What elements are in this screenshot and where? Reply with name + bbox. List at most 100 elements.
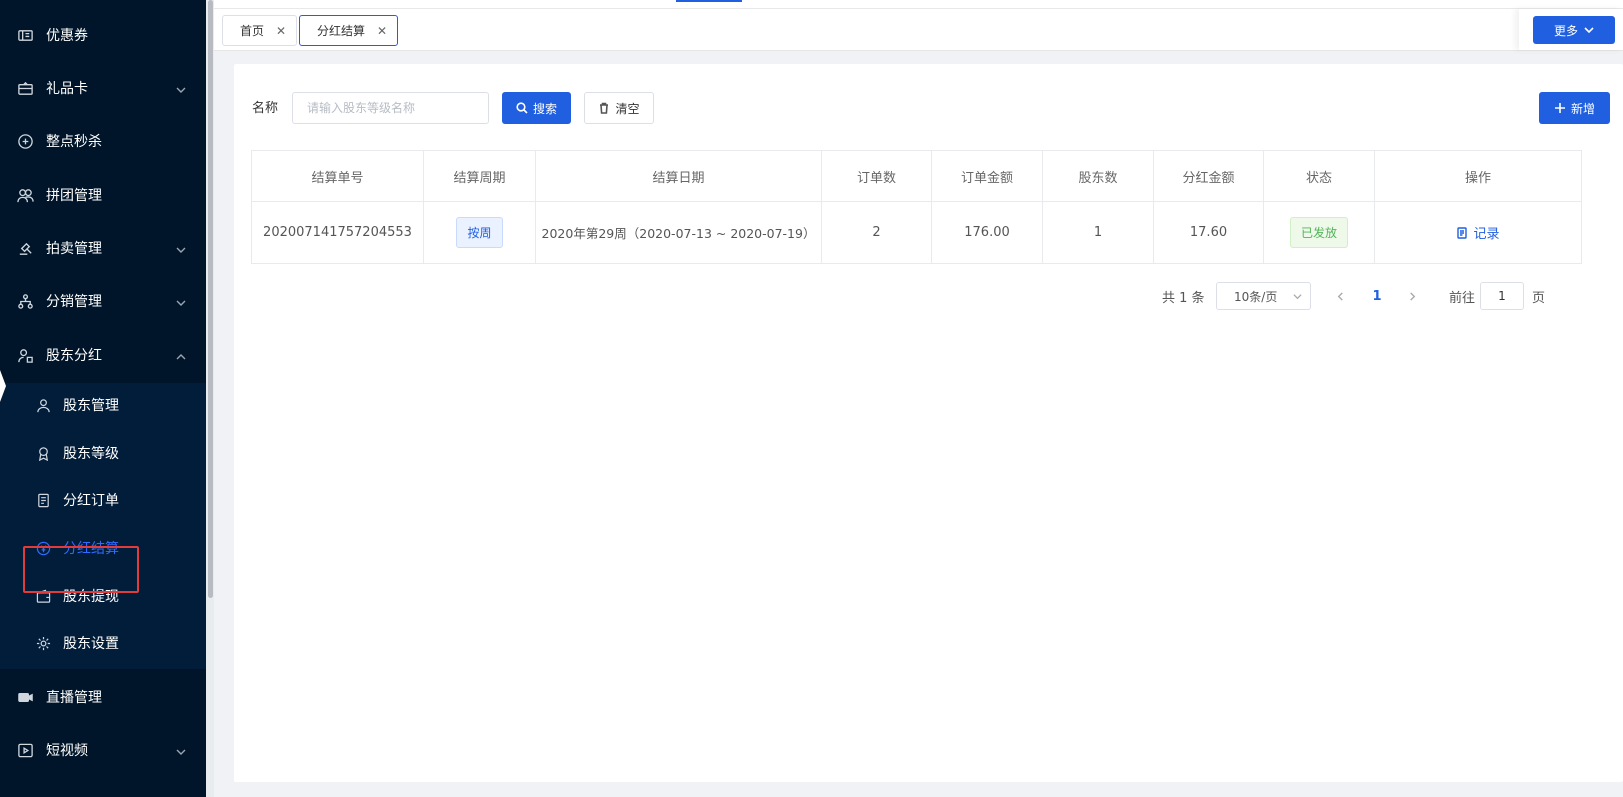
more-wrapper: 更多	[1519, 9, 1623, 50]
order-count-cell: 2	[822, 202, 932, 263]
chevron-down-icon	[1584, 27, 1594, 34]
sidebar-item-distribution[interactable]: 分销管理	[0, 274, 206, 328]
name-filter-label: 名称	[252, 101, 279, 116]
chevron-down-icon	[176, 745, 186, 755]
sidebar-item-flash-sale[interactable]: 整点秒杀	[0, 114, 206, 168]
sidebar-item-group-buy[interactable]: 拼团管理	[0, 168, 206, 222]
content-card: 名称 搜索 清空 新增 结算单号 结算周期 结算日期 订单数 订单金额 股东数 …	[234, 64, 1623, 782]
distribution-icon	[16, 292, 34, 310]
column-header: 结算周期	[424, 151, 536, 201]
document-icon	[1457, 226, 1468, 239]
play-icon	[16, 741, 34, 759]
column-header: 操作	[1464, 170, 1491, 186]
column-header: 结算单号	[252, 151, 424, 201]
chevron-down-icon	[176, 83, 186, 93]
sidebar-item-coupons[interactable]: 优惠券	[0, 8, 206, 62]
page-number-current[interactable]: 1	[1367, 282, 1387, 310]
more-button[interactable]: 更多	[1533, 16, 1615, 44]
collapse-notch	[0, 370, 6, 402]
active-nav-indicator	[676, 0, 742, 2]
chevron-down-icon	[176, 296, 186, 306]
sidebar-item-shareholder-dividend[interactable]: 股东分红	[0, 328, 206, 382]
search-button[interactable]: 搜索	[502, 92, 571, 124]
date-cell: 2020年第29周（2020-07-13 ~ 2020-07-19）	[536, 202, 822, 263]
dividend-amount-cell: 17.60	[1154, 202, 1264, 263]
clear-button[interactable]: 清空	[584, 92, 654, 124]
sidebar-item-label: 直播管理	[46, 690, 102, 706]
action-cell: 记录	[1375, 202, 1581, 263]
sidebar-item-label: 分销管理	[46, 294, 102, 310]
record-link-label: 记录	[1473, 227, 1500, 242]
column-header: 订单数	[822, 151, 932, 201]
name-search-input[interactable]	[292, 92, 489, 124]
chevron-down-icon	[176, 243, 186, 253]
page-size-select[interactable]: 10条/页	[1216, 282, 1311, 310]
clear-button-label: 清空	[615, 101, 640, 116]
add-button[interactable]: 新增	[1539, 92, 1610, 124]
video-camera-icon	[16, 688, 34, 706]
next-page-button[interactable]	[1402, 282, 1422, 310]
sidebar-subitem-label: 分红订单	[63, 493, 119, 509]
search-button-label: 搜索	[532, 101, 557, 116]
column-header: 状态	[1264, 151, 1375, 201]
sidebar-subitem-shareholder-level[interactable]: 股东等级	[0, 429, 206, 477]
page-suffix-label: 页	[1532, 290, 1546, 306]
close-icon[interactable]: ✕	[276, 24, 286, 38]
trash-icon	[600, 102, 609, 114]
sidebar-item-auction[interactable]: 拍卖管理	[0, 221, 206, 275]
sidebar-item-label: 拼团管理	[46, 188, 102, 204]
document-icon	[35, 492, 51, 508]
goto-label: 前往	[1449, 290, 1476, 306]
more-label: 更多	[1553, 23, 1578, 38]
tab-home[interactable]: 首页 ✕	[222, 15, 298, 46]
column-header: 股东数	[1043, 151, 1154, 201]
sidebar-subitem-shareholder-management[interactable]: 股东管理	[0, 381, 206, 429]
sidebar-scrollbar[interactable]	[208, 0, 213, 598]
highlight-box	[23, 546, 139, 593]
gift-card-icon	[16, 79, 34, 97]
column-header: 分红金额	[1154, 151, 1264, 201]
table-header-row: 结算单号 结算周期 结算日期 订单数 订单金额 股东数 分红金额 状态 操作	[252, 151, 1581, 202]
search-icon	[516, 102, 528, 114]
gear-icon	[35, 635, 51, 651]
sidebar-item-label: 股东分红	[46, 348, 102, 364]
tab-dividend-settlement[interactable]: 分红结算 ✕	[299, 15, 399, 46]
sidebar-item-live-streaming[interactable]: 直播管理	[0, 670, 206, 724]
page-size-value: 10条/页	[1234, 289, 1278, 304]
shareholder-count-cell: 1	[1043, 202, 1154, 263]
shareholder-icon	[16, 346, 34, 364]
add-button-label: 新增	[1570, 101, 1595, 116]
flash-sale-icon	[16, 132, 34, 150]
sidebar-item-short-video[interactable]: 短视频	[0, 723, 206, 777]
tab-label: 分红结算	[317, 24, 366, 38]
sidebar-subitem-shareholder-settings[interactable]: 股东设置	[0, 619, 206, 667]
period-cell: 按周	[424, 202, 536, 263]
sidebar-subitem-label: 股东设置	[63, 636, 119, 652]
sidebar-item-label: 拍卖管理	[46, 241, 102, 257]
period-tag: 按周	[456, 217, 503, 248]
ticket-icon	[16, 26, 34, 44]
chevron-down-icon	[1293, 294, 1302, 300]
record-link[interactable]: 记录	[1456, 223, 1500, 242]
column-header: 订单金额	[932, 151, 1043, 201]
top-header	[214, 0, 1623, 9]
badge-icon	[35, 445, 51, 461]
prev-page-button[interactable]	[1330, 282, 1350, 310]
sidebar-item-label: 礼品卡	[46, 81, 88, 97]
pagination-total: 共 1 条	[1162, 290, 1205, 306]
sidebar-subitem-dividend-orders[interactable]: 分红订单	[0, 476, 206, 524]
goto-page-input[interactable]	[1480, 282, 1524, 310]
sidebar-subitem-label: 股东管理	[63, 398, 119, 414]
tab-label: 首页	[240, 24, 265, 38]
settlement-no-cell: 202007141757204553	[252, 202, 424, 263]
sidebar-item-label: 整点秒杀	[46, 134, 102, 150]
chevron-left-icon	[1337, 291, 1343, 301]
close-icon[interactable]: ✕	[377, 24, 387, 38]
user-icon	[35, 397, 51, 413]
chevron-up-icon	[176, 350, 186, 360]
auction-icon	[16, 239, 34, 257]
status-cell: 已发放	[1264, 202, 1375, 263]
table-row: 202007141757204553 按周 2020年第29周（2020-07-…	[252, 202, 1581, 263]
sidebar-item-label: 优惠券	[46, 28, 88, 44]
sidebar-item-gift-card[interactable]: 礼品卡	[0, 61, 206, 115]
